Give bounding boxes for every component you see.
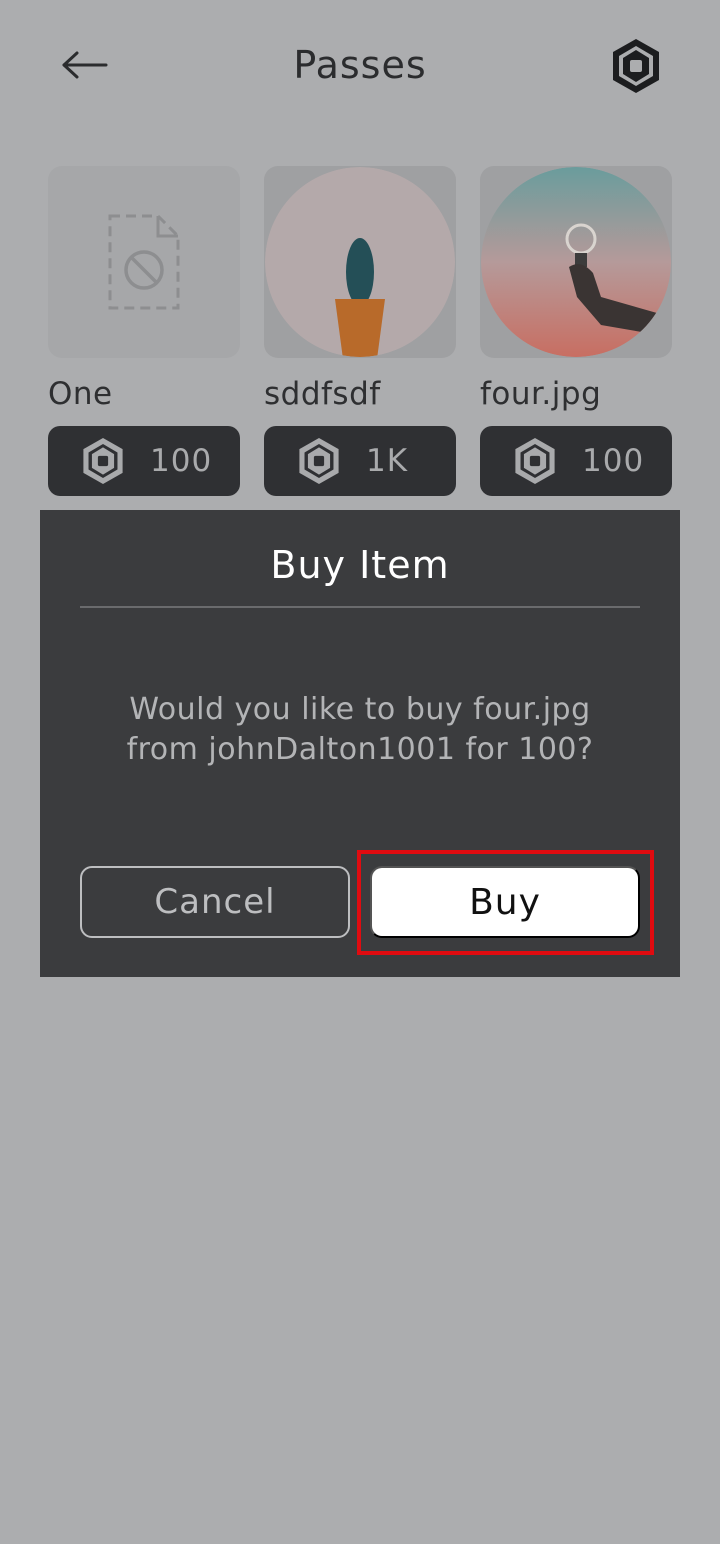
missing-image-icon <box>108 214 180 310</box>
pass-name: sddfsdf <box>264 376 381 412</box>
pass-card-four-jpg[interactable]: four.jpg 100 <box>480 166 672 496</box>
header: Passes <box>0 0 720 130</box>
cactus-photo <box>265 167 455 357</box>
robux-icon <box>515 438 555 484</box>
price-button[interactable]: 100 <box>48 426 240 496</box>
pass-name: four.jpg <box>480 376 602 412</box>
pass-thumbnail <box>48 166 240 358</box>
pass-name: One <box>48 376 113 412</box>
cancel-button[interactable]: Cancel <box>80 866 350 938</box>
robux-button[interactable] <box>606 36 666 96</box>
pass-thumbnail <box>480 166 672 358</box>
price-label: 100 <box>150 443 213 479</box>
divider <box>80 606 640 608</box>
pass-card-sddfsdf[interactable]: sddfsdf 1K <box>264 166 456 496</box>
price-button[interactable]: 1K <box>264 426 456 496</box>
dialog-message-line: from johnDalton1001 for 100? <box>126 732 594 767</box>
price-label: 1K <box>366 443 409 479</box>
price-label: 100 <box>582 443 645 479</box>
price-button[interactable]: 100 <box>480 426 672 496</box>
dialog-message-line: Would you like to buy four.jpg <box>129 692 591 727</box>
lightbulb-hand-photo <box>481 167 671 357</box>
robux-icon <box>613 39 659 93</box>
robux-icon <box>83 438 123 484</box>
buy-button[interactable]: Buy <box>370 866 640 938</box>
dialog-title: Buy Item <box>270 543 450 587</box>
pass-card-one[interactable]: One 100 <box>48 166 240 496</box>
pass-thumbnail <box>264 166 456 358</box>
dialog-message: Would you like to buy four.jpg from john… <box>70 690 650 770</box>
buy-item-dialog: Buy Item Would you like to buy four.jpg … <box>40 510 680 977</box>
robux-icon <box>299 438 339 484</box>
